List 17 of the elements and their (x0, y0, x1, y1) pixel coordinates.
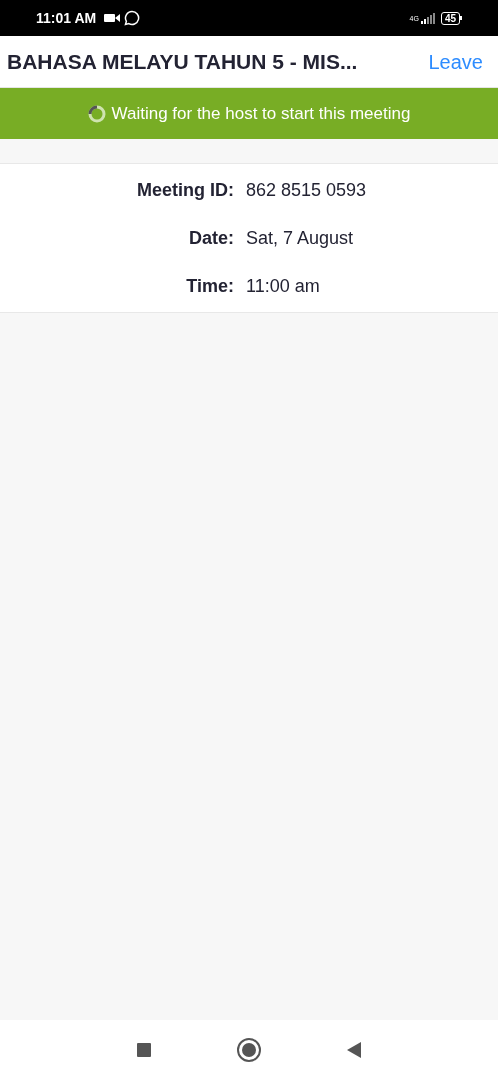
detail-label: Meeting ID: (136, 179, 234, 202)
meeting-title: BAHASA MELAYU TAHUN 5 - MIS... (7, 48, 358, 75)
detail-value: 862 8515 0593 (246, 179, 368, 202)
battery-level: 45 (440, 11, 460, 25)
back-icon[interactable] (347, 1042, 361, 1058)
detail-value: 11:00 am (246, 275, 321, 298)
detail-label: Time: (185, 275, 234, 298)
detail-label: Date: (188, 227, 234, 250)
video-camera-icon (104, 13, 121, 23)
spinner-icon (87, 104, 106, 123)
leave-button[interactable]: Leave (428, 46, 483, 77)
status-time: 11:01 AM (36, 8, 97, 28)
signal-icon (420, 12, 435, 24)
chat-bubble-icon (124, 10, 141, 26)
waiting-message: Waiting for the host to start this meeting (111, 102, 411, 125)
detail-value: Sat, 7 August (246, 227, 355, 250)
home-button[interactable] (237, 1038, 261, 1062)
